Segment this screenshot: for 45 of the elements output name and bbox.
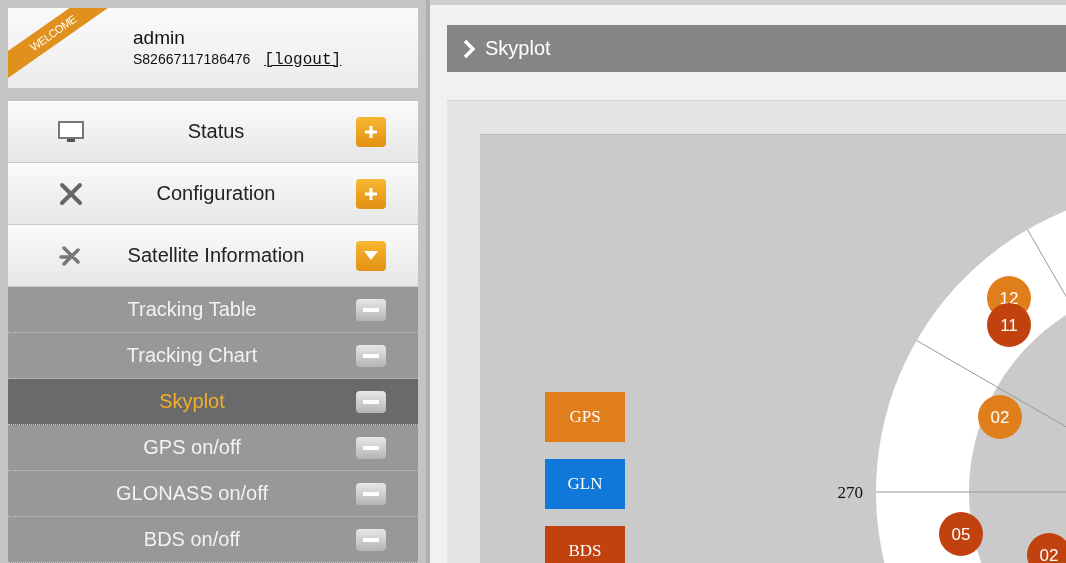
satellite-marker[interactable]: 02 <box>1027 533 1066 563</box>
minus-icon <box>363 445 379 450</box>
legend-item: BDS <box>545 526 625 563</box>
menu-label: Status <box>186 120 246 143</box>
submenu-item[interactable]: Tracking Table <box>8 287 418 333</box>
minus-icon <box>363 399 379 404</box>
minus-button[interactable] <box>356 482 386 505</box>
legend-item: GPS <box>545 392 625 442</box>
user-name: admin <box>133 27 186 49</box>
minus-button[interactable] <box>356 344 386 367</box>
satellite-marker[interactable]: 02 <box>978 395 1022 439</box>
satellite-marker[interactable]: 11 <box>987 303 1031 347</box>
menu-label: Satellite Information <box>126 244 306 267</box>
azimuth-label: 270 <box>837 483 863 502</box>
minus-button[interactable] <box>356 528 386 551</box>
tools-icon <box>58 181 84 206</box>
expand-button[interactable] <box>356 116 386 147</box>
submenu-item[interactable]: GLONASS on/off <box>8 471 418 517</box>
submenu-item[interactable]: BDS on/off <box>8 517 418 563</box>
minus-icon <box>363 491 379 496</box>
satellite-marker[interactable]: 05 <box>939 512 983 556</box>
serial-number: S82667117186476 <box>133 51 251 67</box>
minus-icon <box>363 537 379 542</box>
collapse-button[interactable] <box>356 240 386 271</box>
submenu-item[interactable]: Tracking Chart <box>8 333 418 379</box>
plus-icon <box>364 186 378 201</box>
submenu-item[interactable]: Skyplot <box>8 379 418 425</box>
expand-button[interactable] <box>356 178 386 209</box>
submenu-item[interactable]: GPS on/off <box>8 425 418 471</box>
minus-button[interactable] <box>356 298 386 321</box>
legend-item: GLN <box>545 459 625 509</box>
chevron-icon <box>463 38 475 59</box>
caret-icon <box>364 251 378 260</box>
logout-link[interactable]: [logout] <box>264 51 342 69</box>
menu-item[interactable]: Status <box>8 101 418 163</box>
monitor-icon <box>57 119 85 144</box>
menu-item[interactable]: Satellite Information <box>8 225 418 287</box>
minus-icon <box>363 353 379 358</box>
page-title: Skyplot <box>485 37 551 60</box>
minus-button[interactable] <box>356 390 386 413</box>
menu-label: Configuration <box>155 182 277 205</box>
minus-button[interactable] <box>356 436 386 459</box>
minus-icon <box>363 307 379 312</box>
menu-item[interactable]: Configuration <box>8 163 418 225</box>
plus-icon <box>364 124 378 139</box>
